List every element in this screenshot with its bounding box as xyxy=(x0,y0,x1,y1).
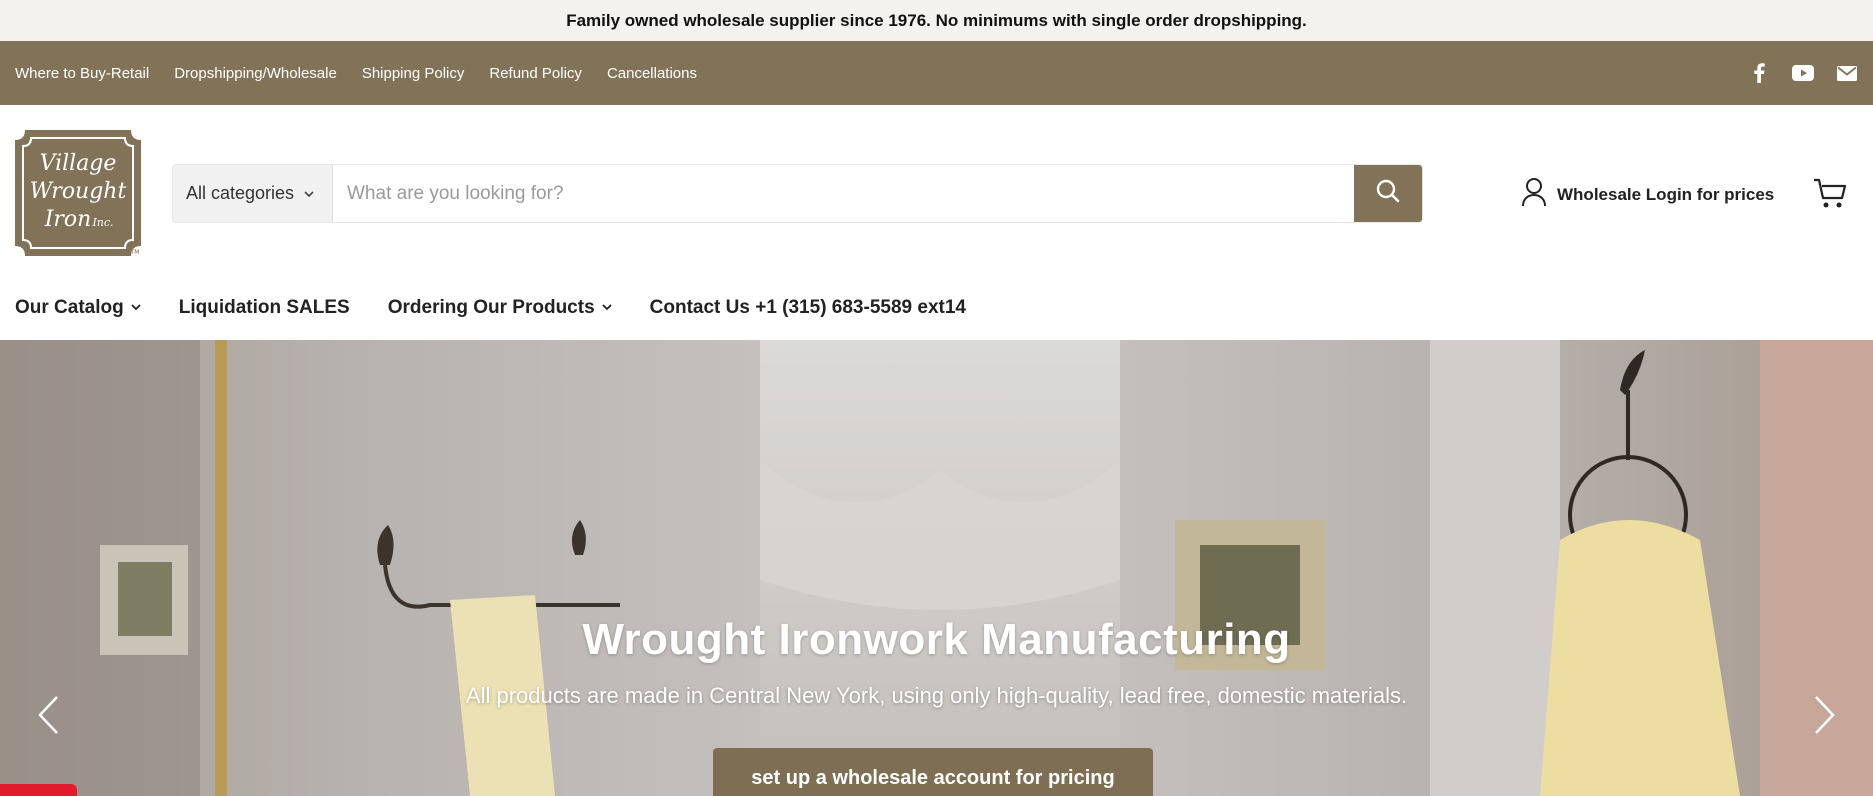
youtube-icon[interactable] xyxy=(1792,62,1814,84)
user-icon xyxy=(1521,177,1547,212)
hero-title: Wrought Ironwork Manufacturing xyxy=(582,615,1291,664)
announcement-bar: Family owned wholesale supplier since 19… xyxy=(0,0,1873,41)
logo-suffix: Inc. xyxy=(91,216,113,229)
announcement-text: Family owned wholesale supplier since 19… xyxy=(566,10,1307,30)
chevron-down-icon xyxy=(602,302,612,314)
utility-links: Where to Buy-Retail Dropshipping/Wholesa… xyxy=(15,65,722,82)
logo-line-2: Wrought xyxy=(30,179,127,204)
search-input[interactable] xyxy=(333,165,1354,222)
wholesale-login-link[interactable]: Wholesale Login for prices xyxy=(1521,177,1774,212)
hero-subtitle: All products are made in Central New Yor… xyxy=(465,683,1408,708)
nav-item-label: Our Catalog xyxy=(15,297,124,318)
chevron-down-icon xyxy=(131,302,141,314)
utility-link-dropshipping[interactable]: Dropshipping/Wholesale xyxy=(174,65,337,82)
site-logo[interactable]: Village Wrought Iron Inc. TM xyxy=(15,130,141,256)
site-header: Village Wrought Iron Inc. TM All categor… xyxy=(0,105,1873,345)
search-button[interactable] xyxy=(1354,165,1422,222)
nav-item-ordering-products[interactable]: Ordering Our Products xyxy=(388,297,612,319)
logo-line-1: Village xyxy=(40,151,117,176)
cart-button[interactable] xyxy=(1812,175,1848,211)
hero-slideshow: Wrought Ironwork Manufacturing All produ… xyxy=(0,340,1873,796)
nav-item-liquidation-sales[interactable]: Liquidation SALES xyxy=(179,297,350,319)
utility-link-cancellations[interactable]: Cancellations xyxy=(607,65,697,82)
social-links xyxy=(1748,41,1858,105)
cart-icon xyxy=(1812,178,1848,215)
hero-cta-button[interactable]: set up a wholesale account for pricing xyxy=(713,748,1153,796)
slideshow-prev-button[interactable] xyxy=(28,692,68,742)
utility-link-shipping-policy[interactable]: Shipping Policy xyxy=(362,65,465,82)
search-icon xyxy=(1375,178,1401,209)
chevron-right-icon xyxy=(1814,695,1836,740)
utility-link-where-to-buy[interactable]: Where to Buy-Retail xyxy=(15,65,149,82)
nav-item-label: Liquidation SALES xyxy=(178,297,350,318)
nav-item-contact-us[interactable]: Contact Us +1 (315) 683-5589 ext14 xyxy=(650,297,966,319)
facebook-icon[interactable] xyxy=(1748,62,1770,84)
logo-line-3: Iron xyxy=(44,207,92,232)
email-icon[interactable] xyxy=(1836,62,1858,84)
utility-bar: Where to Buy-Retail Dropshipping/Wholesa… xyxy=(0,41,1873,105)
nav-item-our-catalog[interactable]: Our Catalog xyxy=(15,297,141,319)
chevron-left-icon xyxy=(37,695,59,740)
category-select-label: All categories xyxy=(186,183,295,203)
floating-badge[interactable] xyxy=(0,784,77,796)
search-bar: All categories xyxy=(172,164,1423,223)
nav-item-label: Contact Us +1 (315) 683-5589 ext14 xyxy=(649,297,966,318)
utility-link-refund-policy[interactable]: Refund Policy xyxy=(489,65,582,82)
chevron-down-icon xyxy=(304,187,314,201)
slideshow-next-button[interactable] xyxy=(1805,692,1845,742)
category-select[interactable]: All categories xyxy=(173,165,333,222)
main-nav: Our Catalog Liquidation SALES Ordering O… xyxy=(15,291,1004,325)
nav-item-label: Ordering Our Products xyxy=(387,297,595,318)
logo-tm: TM xyxy=(130,249,140,256)
hero-background-image xyxy=(0,340,1873,796)
wholesale-login-label: Wholesale Login for prices xyxy=(1557,184,1775,204)
